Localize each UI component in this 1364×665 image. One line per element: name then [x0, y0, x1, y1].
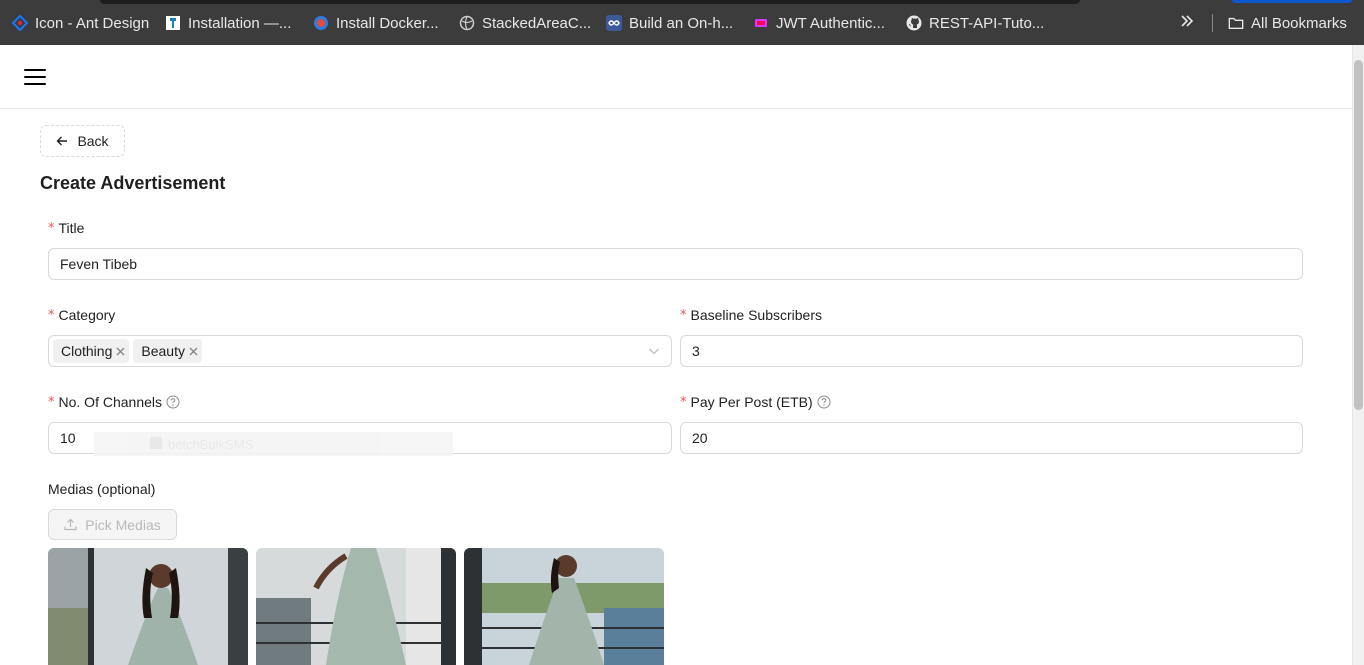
page-title: Create Advertisement — [40, 173, 226, 193]
required-mark: * — [680, 307, 687, 323]
bookmark-item[interactable]: REST-API-Tuto... — [906, 13, 1044, 33]
infinity-icon — [606, 15, 622, 31]
title-label: * Title — [48, 220, 85, 236]
required-mark: * — [48, 307, 55, 323]
baseline-subscribers-input[interactable]: 3 — [680, 335, 1303, 367]
medias-label: Medias (optional) — [48, 481, 156, 497]
bookmark-item[interactable]: Build an On-h... — [606, 13, 733, 33]
github-icon — [906, 15, 922, 31]
tab-strip-edge — [100, 0, 1080, 4]
category-tag: Clothing — [53, 339, 130, 363]
question-circle-icon[interactable] — [166, 395, 180, 409]
bookmark-item[interactable]: Install Docker... — [313, 13, 439, 33]
autofill-suggestion[interactable]: betchBulkSMS — [94, 432, 453, 456]
category-tag: Beauty — [133, 339, 202, 363]
back-button-label: Back — [77, 133, 109, 149]
close-icon[interactable] — [116, 347, 125, 356]
title-input[interactable]: Feven Tibeb — [48, 248, 1303, 280]
pay-per-post-label: * Pay Per Post (ETB) — [680, 394, 831, 410]
question-circle-icon[interactable] — [817, 395, 831, 409]
media-thumbnail[interactable] — [464, 548, 664, 665]
bookmark-item[interactable]: Icon - Ant Design — [12, 13, 149, 33]
upload-icon — [64, 518, 77, 531]
back-button[interactable]: Back — [40, 125, 125, 157]
required-mark: * — [48, 394, 55, 410]
bookmark-item[interactable]: StackedAreaC... — [459, 13, 591, 33]
media-thumbnail[interactable] — [256, 548, 456, 665]
profile-accent — [1232, 0, 1352, 3]
category-label: * Category — [48, 307, 116, 323]
bookmark-item[interactable]: JWT Authentic... — [753, 13, 885, 33]
hamburger-menu-icon[interactable] — [24, 69, 46, 85]
globe-icon — [459, 15, 475, 31]
chevron-down-icon[interactable] — [648, 345, 660, 357]
required-mark: * — [680, 394, 687, 410]
category-select[interactable]: Clothing Beauty — [48, 335, 672, 367]
docs-icon — [165, 15, 181, 31]
double-chevron-right-icon[interactable] — [1180, 12, 1194, 33]
bookmark-item[interactable]: Installation —... — [165, 13, 291, 33]
bookmarks-bar: Icon - Ant Design Installation —... Inst… — [0, 0, 1364, 45]
pick-medias-button[interactable]: Pick Medias — [48, 509, 177, 540]
folder-icon — [1228, 15, 1244, 31]
bookmarks-divider — [1212, 14, 1213, 32]
media-thumbnail[interactable] — [48, 548, 248, 665]
arrow-left-icon — [56, 135, 68, 147]
pay-per-post-input[interactable]: 20 — [680, 422, 1303, 454]
ant-design-icon — [12, 15, 28, 31]
all-bookmarks-button[interactable]: All Bookmarks — [1228, 13, 1347, 33]
scrollbar-thumb[interactable] — [1354, 60, 1363, 410]
close-icon[interactable] — [189, 347, 198, 356]
docker-icon — [313, 15, 329, 31]
channels-label: * No. Of Channels — [48, 394, 180, 410]
required-mark: * — [48, 220, 55, 236]
app-header — [0, 45, 1352, 109]
autofill-icon — [150, 437, 162, 449]
jwt-icon — [753, 15, 769, 31]
baseline-subscribers-label: * Baseline Subscribers — [680, 307, 823, 323]
